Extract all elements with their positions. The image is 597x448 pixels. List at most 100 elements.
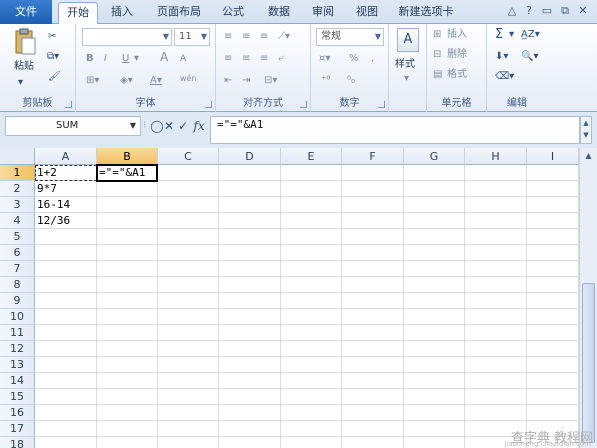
- wrap-text-icon[interactable]: ⤶: [278, 52, 284, 66]
- copy-icon[interactable]: ⧉▾: [47, 50, 59, 64]
- insert-cells-button[interactable]: 插入: [447, 28, 467, 42]
- paste-icon[interactable]: [13, 28, 37, 56]
- border-icon[interactable]: ⊞▾: [86, 74, 99, 88]
- align-middle-icon[interactable]: ≡: [242, 30, 250, 44]
- tab-home[interactable]: 开始: [58, 2, 98, 25]
- active-cell-b1[interactable]: [96, 164, 158, 182]
- paste-dropdown-icon[interactable]: ▾: [18, 76, 23, 90]
- row-header-6[interactable]: 6: [0, 245, 35, 261]
- styles-dropdown-icon[interactable]: ▾: [404, 72, 409, 86]
- find-select-icon[interactable]: 🔍▾: [521, 50, 538, 64]
- paste-button[interactable]: 粘贴: [14, 60, 34, 74]
- percent-button[interactable]: %: [349, 52, 359, 66]
- column-header-h[interactable]: H: [465, 148, 527, 165]
- row-header-17[interactable]: 17: [0, 421, 35, 437]
- increase-indent-icon[interactable]: ⇥: [242, 74, 250, 88]
- formula-bar-grip-icon[interactable]: ⁝: [143, 116, 149, 136]
- align-center-icon[interactable]: ≡: [242, 52, 250, 66]
- row-header-2[interactable]: 2: [0, 181, 35, 197]
- formula-input[interactable]: ="="&A1: [210, 116, 580, 144]
- formula-bar-expand-icon[interactable]: ▲ ▼: [580, 116, 592, 144]
- align-left-icon[interactable]: ≡: [224, 52, 232, 66]
- phonetic-icon[interactable]: wén: [180, 72, 197, 86]
- underline-dropdown-icon[interactable]: ▾: [134, 52, 139, 66]
- worksheet-grid[interactable]: ABCDEFGHI 1 2 3 4 5 6 7 8 9 10 11 12 13 14 15 16 17 18 1+…: [0, 148, 579, 448]
- scrollbar-thumb[interactable]: [582, 283, 595, 443]
- tab-data[interactable]: 数据: [262, 2, 296, 24]
- column-header-b[interactable]: B: [97, 148, 158, 165]
- tab-file[interactable]: 文件: [0, 0, 52, 24]
- grow-font-button[interactable]: A: [160, 50, 168, 64]
- tab-review[interactable]: 审阅: [306, 2, 340, 24]
- row-header-1[interactable]: 1: [0, 165, 35, 181]
- fill-color-icon[interactable]: ◈▾: [120, 74, 133, 88]
- underline-button[interactable]: U: [122, 52, 129, 66]
- align-bottom-icon[interactable]: ≡: [260, 30, 268, 44]
- column-header-e[interactable]: E: [281, 148, 342, 165]
- row-header-10[interactable]: 10: [0, 309, 35, 325]
- minimize-ribbon-icon[interactable]: △: [505, 4, 519, 18]
- tab-view[interactable]: 视图: [350, 2, 384, 24]
- bold-button[interactable]: B: [86, 52, 94, 66]
- clipboard-launcher-icon[interactable]: [65, 101, 72, 108]
- sort-filter-icon[interactable]: A̲Z▾: [521, 28, 540, 42]
- styles-icon[interactable]: A: [397, 28, 419, 52]
- row-header-18[interactable]: 18: [0, 437, 35, 448]
- vertical-scrollbar[interactable]: ▲: [579, 148, 597, 448]
- font-launcher-icon[interactable]: [205, 101, 212, 108]
- decrease-indent-icon[interactable]: ⇤: [224, 74, 232, 88]
- cell-a2[interactable]: 9*7: [35, 181, 97, 197]
- enter-icon[interactable]: ✓: [176, 116, 190, 136]
- cut-icon[interactable]: ✂: [48, 30, 56, 44]
- fill-icon[interactable]: ⬇▾: [495, 50, 508, 64]
- select-all-corner[interactable]: [0, 148, 35, 165]
- row-header-13[interactable]: 13: [0, 357, 35, 373]
- column-header-a[interactable]: A: [35, 148, 97, 165]
- column-header-i[interactable]: I: [527, 148, 579, 165]
- insert-function-icon[interactable]: fx: [191, 116, 207, 136]
- number-format-combo[interactable]: 常规 ▼: [316, 28, 384, 46]
- row-header-8[interactable]: 8: [0, 277, 35, 293]
- tab-page-layout[interactable]: 页面布局: [150, 2, 208, 24]
- align-top-icon[interactable]: ≡: [224, 30, 232, 44]
- tab-new[interactable]: 新建选项卡: [394, 2, 458, 24]
- cell-a4[interactable]: 12/36: [35, 213, 97, 229]
- format-cells-button[interactable]: 格式: [447, 68, 467, 82]
- restore-icon[interactable]: ⧉: [558, 4, 572, 18]
- close-icon[interactable]: ✕: [576, 4, 590, 18]
- merge-center-icon[interactable]: ⊟▾: [264, 74, 277, 88]
- cell-a3[interactable]: 16-14: [35, 197, 97, 213]
- autosum-button[interactable]: Σ: [495, 28, 503, 42]
- row-header-4[interactable]: 4: [0, 213, 35, 229]
- currency-icon[interactable]: ¤▾: [319, 52, 330, 66]
- row-header-3[interactable]: 3: [0, 197, 35, 213]
- number-launcher-icon[interactable]: [378, 101, 385, 108]
- minimize-icon[interactable]: ▭: [540, 4, 554, 18]
- alignment-launcher-icon[interactable]: [300, 101, 307, 108]
- increase-decimal-icon[interactable]: ⁺⁰: [321, 74, 330, 88]
- comma-button[interactable]: ,: [371, 52, 374, 66]
- font-color-icon[interactable]: A▾: [150, 74, 162, 88]
- orientation-icon[interactable]: ⟋▾: [278, 30, 290, 44]
- delete-cells-icon[interactable]: ⊟: [433, 48, 441, 62]
- name-box[interactable]: SUM ▼: [5, 116, 141, 136]
- row-header-5[interactable]: 5: [0, 229, 35, 245]
- font-size-combo[interactable]: 11 ▼: [174, 28, 210, 46]
- column-header-d[interactable]: D: [219, 148, 281, 165]
- row-header-15[interactable]: 15: [0, 389, 35, 405]
- row-header-11[interactable]: 11: [0, 325, 35, 341]
- column-header-g[interactable]: G: [404, 148, 465, 165]
- font-name-combo[interactable]: ▼: [82, 28, 172, 46]
- tab-insert[interactable]: 插入: [104, 2, 140, 24]
- align-right-icon[interactable]: ≡: [260, 52, 268, 66]
- autosum-dropdown-icon[interactable]: ▾: [509, 28, 514, 42]
- insert-cells-icon[interactable]: ⊞: [433, 28, 441, 42]
- column-header-c[interactable]: C: [158, 148, 219, 165]
- shrink-font-button[interactable]: A: [180, 52, 186, 66]
- scroll-up-icon[interactable]: ▲: [582, 150, 595, 162]
- help-icon[interactable]: ?: [522, 4, 536, 18]
- column-header-f[interactable]: F: [342, 148, 404, 165]
- row-header-9[interactable]: 9: [0, 293, 35, 309]
- format-painter-icon[interactable]: 🖌: [48, 70, 61, 84]
- format-cells-icon[interactable]: ▤: [433, 68, 442, 82]
